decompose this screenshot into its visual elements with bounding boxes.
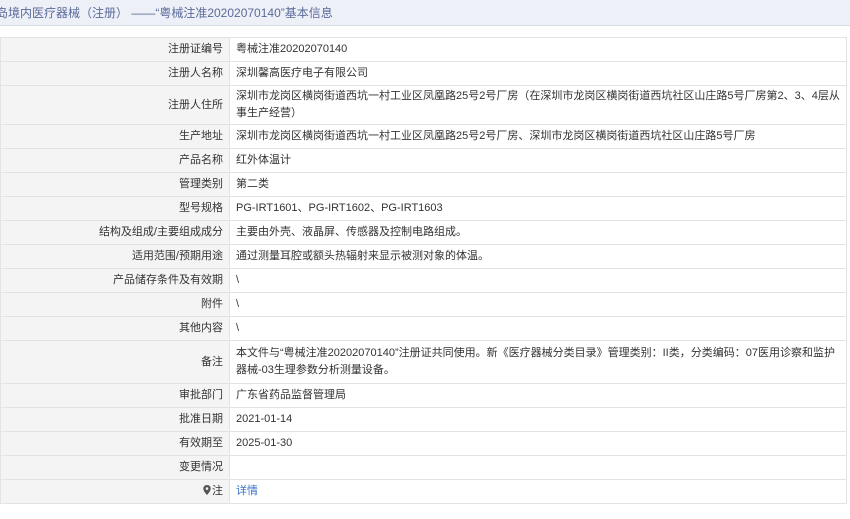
row-label-approval-date: 批准日期 [0,407,230,432]
table-row: 适用范围/预期用途 通过测量耳腔或额头热辐射来显示被测对象的体温。 [0,244,847,269]
row-label-note: 注 [0,479,230,504]
row-label-remarks: 备注 [0,340,230,384]
row-label-attachments: 附件 [0,292,230,317]
row-value-management-class: 第二类 [229,172,847,197]
map-pin-icon [203,485,211,495]
table-row: 有效期至 2025-01-30 [0,431,847,456]
table-row: 其他内容 \ [0,316,847,341]
note-label-text: 注 [212,485,223,497]
row-value-structure: 主要由外壳、液晶屏、传感器及控制电路组成。 [229,220,847,245]
row-value-note: 详情 [229,479,847,504]
table-row: 注册证编号 粤械注准20202070140 [0,37,847,62]
row-value-production-address: 深圳市龙岗区横岗街道西坑一村工业区凤凰路25号2号厂房、深圳市龙岗区横岗街道西坑… [229,124,847,149]
row-label-registrant-address: 注册人住所 [0,85,230,125]
row-value-approval-dept: 广东省药品监督管理局 [229,383,847,408]
row-value-approval-date: 2021-01-14 [229,407,847,432]
row-label-storage: 产品储存条件及有效期 [0,268,230,293]
table-row: 管理类别 第二类 [0,172,847,197]
row-value-registrant-name: 深圳馨高医疗电子有限公司 [229,61,847,86]
row-label-production-address: 生产地址 [0,124,230,149]
table-row: 变更情况 [0,455,847,480]
page-header: 岛境内医疗器械（注册） ——“粤械注准20202070140”基本信息 [0,0,850,26]
row-label-product-name: 产品名称 [0,148,230,173]
row-label-registrant-name: 注册人名称 [0,61,230,86]
row-label-management-class: 管理类别 [0,172,230,197]
row-label-approval-dept: 审批部门 [0,383,230,408]
table-row: 附件 \ [0,292,847,317]
table-row: 型号规格 PG-IRT1601、PG-IRT1602、PG-IRT1603 [0,196,847,221]
table-row: 批准日期 2021-01-14 [0,407,847,432]
row-value-model-spec: PG-IRT1601、PG-IRT1602、PG-IRT1603 [229,196,847,221]
row-label-changes: 变更情况 [0,455,230,480]
table-row: 注 详情 [0,479,847,504]
table-row: 产品名称 红外体温计 [0,148,847,173]
row-label-valid-until: 有效期至 [0,431,230,456]
row-label-registration-number: 注册证编号 [0,37,230,62]
row-label-intended-use: 适用范围/预期用途 [0,244,230,269]
table-row: 产品储存条件及有效期 \ [0,268,847,293]
details-link[interactable]: 详情 [236,485,258,497]
row-value-intended-use: 通过测量耳腔或额头热辐射来显示被测对象的体温。 [229,244,847,269]
row-value-valid-until: 2025-01-30 [229,431,847,456]
row-value-remarks: 本文件与“粤械注准20202070140”注册证共同使用。新《医疗器械分类目录》… [229,340,847,384]
row-label-model-spec: 型号规格 [0,196,230,221]
page-title: 岛境内医疗器械（注册） ——“粤械注准20202070140”基本信息 [0,6,333,20]
table-row: 注册人名称 深圳馨高医疗电子有限公司 [0,61,847,86]
row-value-product-name: 红外体温计 [229,148,847,173]
info-table: 注册证编号 粤械注准20202070140 注册人名称 深圳馨高医疗电子有限公司… [0,37,847,504]
row-value-storage: \ [229,268,847,293]
row-label-structure: 结构及组成/主要组成成分 [0,220,230,245]
table-row: 审批部门 广东省药品监督管理局 [0,383,847,408]
table-row: 备注 本文件与“粤械注准20202070140”注册证共同使用。新《医疗器械分类… [0,340,847,384]
row-label-other: 其他内容 [0,316,230,341]
table-row: 生产地址 深圳市龙岗区横岗街道西坑一村工业区凤凰路25号2号厂房、深圳市龙岗区横… [0,124,847,149]
table-row: 结构及组成/主要组成成分 主要由外壳、液晶屏、传感器及控制电路组成。 [0,220,847,245]
row-value-registrant-address: 深圳市龙岗区横岗街道西坑一村工业区凤凰路25号2号厂房（在深圳市龙岗区横岗街道西… [229,85,847,125]
row-value-attachments: \ [229,292,847,317]
row-value-changes [229,455,847,480]
row-value-other: \ [229,316,847,341]
row-value-registration-number: 粤械注准20202070140 [229,37,847,62]
table-row: 注册人住所 深圳市龙岗区横岗街道西坑一村工业区凤凰路25号2号厂房（在深圳市龙岗… [0,85,847,125]
